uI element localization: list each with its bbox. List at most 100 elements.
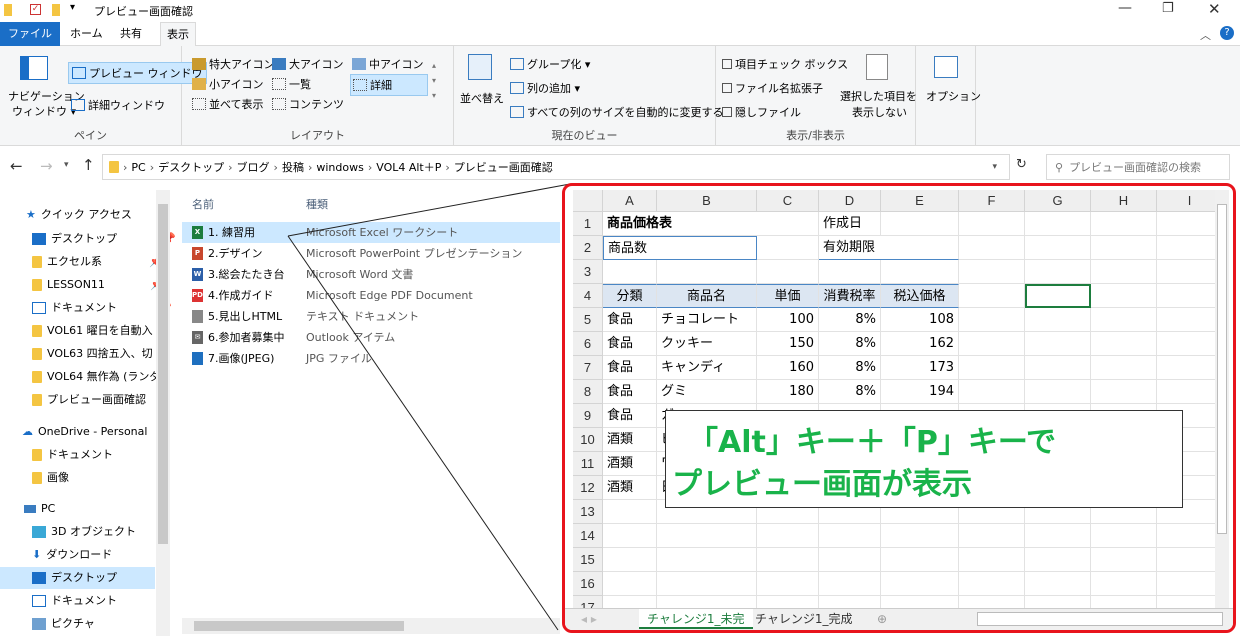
cell-value[interactable]: チョコレート	[657, 308, 757, 332]
sheet-tab-complete[interactable]: チャレンジ1_完成	[747, 609, 861, 629]
grid-cell[interactable]	[1157, 308, 1223, 332]
grid-cell[interactable]	[657, 572, 757, 596]
cell-value[interactable]: 173	[881, 356, 959, 380]
grid-cell[interactable]	[959, 524, 1025, 548]
cell-value[interactable]: 酒類	[603, 476, 657, 500]
cell-value[interactable]: 食品	[603, 356, 657, 380]
cell-value[interactable]: 8%	[819, 332, 881, 356]
grid-cell[interactable]	[1157, 332, 1223, 356]
sheet-vscrollbar[interactable]	[1215, 190, 1229, 610]
grid-cell[interactable]	[1025, 332, 1091, 356]
sheet-tab-incomplete[interactable]: チャレンジ1_未完	[639, 609, 753, 629]
grid-cell[interactable]	[959, 548, 1025, 572]
cell-value[interactable]: クッキー	[657, 332, 757, 356]
grid-cell[interactable]	[959, 356, 1025, 380]
cell-value[interactable]: 8%	[819, 380, 881, 404]
grid-cell[interactable]	[1157, 236, 1223, 260]
grid-cell[interactable]	[881, 212, 959, 236]
selected-cell[interactable]	[1025, 284, 1091, 308]
grid-cell[interactable]	[1157, 572, 1223, 596]
grid-cell[interactable]	[819, 572, 881, 596]
grid-cell[interactable]	[757, 572, 819, 596]
grid-cell[interactable]	[757, 236, 819, 260]
grid-cell[interactable]	[1025, 572, 1091, 596]
grid-cell[interactable]	[959, 236, 1025, 260]
grid-cell[interactable]	[1025, 380, 1091, 404]
grid-cell[interactable]	[603, 500, 657, 524]
cell-value[interactable]: 単価	[757, 284, 819, 308]
grid-cell[interactable]	[757, 548, 819, 572]
grid-cell[interactable]	[603, 524, 657, 548]
add-sheet-icon[interactable]: ⊕	[869, 609, 895, 629]
cell-value[interactable]: 商品価格表	[603, 212, 757, 236]
grid-cell[interactable]	[1157, 524, 1223, 548]
grid-cell[interactable]	[1091, 332, 1157, 356]
grid-cell[interactable]	[1091, 356, 1157, 380]
grid-cell[interactable]	[603, 260, 657, 284]
grid-cell[interactable]	[959, 332, 1025, 356]
cell-value[interactable]: 酒類	[603, 452, 657, 476]
grid-cell[interactable]	[1025, 524, 1091, 548]
cell-value[interactable]: 商品数	[603, 236, 757, 260]
grid-cell[interactable]	[757, 524, 819, 548]
grid-cell[interactable]	[959, 284, 1025, 308]
cell-value[interactable]: 分類	[603, 284, 657, 308]
grid-cell[interactable]	[881, 572, 959, 596]
cell-value[interactable]: 8%	[819, 308, 881, 332]
grid-cell[interactable]	[1091, 284, 1157, 308]
grid-cell[interactable]	[959, 260, 1025, 284]
grid-cell[interactable]	[1025, 548, 1091, 572]
grid-cell[interactable]	[757, 260, 819, 284]
cell-value[interactable]: グミ	[657, 380, 757, 404]
grid-cell[interactable]	[1157, 356, 1223, 380]
sheet-hscrollbar[interactable]	[977, 612, 1223, 626]
grid-cell[interactable]	[757, 212, 819, 236]
grid-cell[interactable]	[1157, 284, 1223, 308]
cell-value[interactable]: 180	[757, 380, 819, 404]
cell-value[interactable]: 194	[881, 380, 959, 404]
sheet-scroll-thumb[interactable]	[1217, 204, 1227, 534]
cell-value[interactable]: 160	[757, 356, 819, 380]
grid-cell[interactable]	[1025, 212, 1091, 236]
grid-cell[interactable]	[1025, 260, 1091, 284]
grid-cell[interactable]	[881, 524, 959, 548]
grid-cell[interactable]	[1025, 236, 1091, 260]
cell-value[interactable]: 食品	[603, 308, 657, 332]
cell-value[interactable]: 食品	[603, 332, 657, 356]
sheet-prev-icon[interactable]: ◂ ▸	[573, 609, 605, 629]
grid-cell[interactable]	[657, 260, 757, 284]
cell-value[interactable]: 消費税率	[819, 284, 881, 308]
grid-cell[interactable]	[603, 548, 657, 572]
grid-cell[interactable]	[819, 260, 881, 284]
grid-cell[interactable]	[603, 572, 657, 596]
grid-cell[interactable]	[959, 308, 1025, 332]
grid-cell[interactable]	[657, 548, 757, 572]
grid-cell[interactable]	[1091, 524, 1157, 548]
grid-cell[interactable]	[1091, 572, 1157, 596]
cell-value[interactable]: 商品名	[657, 284, 757, 308]
cell-value[interactable]: 食品	[603, 404, 657, 428]
cell-value[interactable]: 作成日	[819, 212, 881, 236]
cell-value[interactable]: 有効期限	[819, 236, 959, 260]
grid-cell[interactable]	[1025, 356, 1091, 380]
cell-value[interactable]: 8%	[819, 356, 881, 380]
grid-cell[interactable]	[959, 380, 1025, 404]
grid-cell[interactable]	[881, 548, 959, 572]
grid-cell[interactable]	[1091, 548, 1157, 572]
grid-cell[interactable]	[1025, 308, 1091, 332]
grid-cell[interactable]	[1091, 236, 1157, 260]
grid-cell[interactable]	[959, 572, 1025, 596]
grid-cell[interactable]	[1091, 260, 1157, 284]
cell-value[interactable]: 100	[757, 308, 819, 332]
grid-cell[interactable]	[959, 212, 1025, 236]
cell-value[interactable]: 108	[881, 308, 959, 332]
grid-cell[interactable]	[1157, 212, 1223, 236]
grid-cell[interactable]	[1091, 212, 1157, 236]
grid-cell[interactable]	[1091, 308, 1157, 332]
cell-value[interactable]: キャンディ	[657, 356, 757, 380]
cell-value[interactable]: 150	[757, 332, 819, 356]
cell-value[interactable]: 税込価格	[881, 284, 959, 308]
cell-value[interactable]: 酒類	[603, 428, 657, 452]
cell-value[interactable]: 162	[881, 332, 959, 356]
grid-cell[interactable]	[881, 260, 959, 284]
